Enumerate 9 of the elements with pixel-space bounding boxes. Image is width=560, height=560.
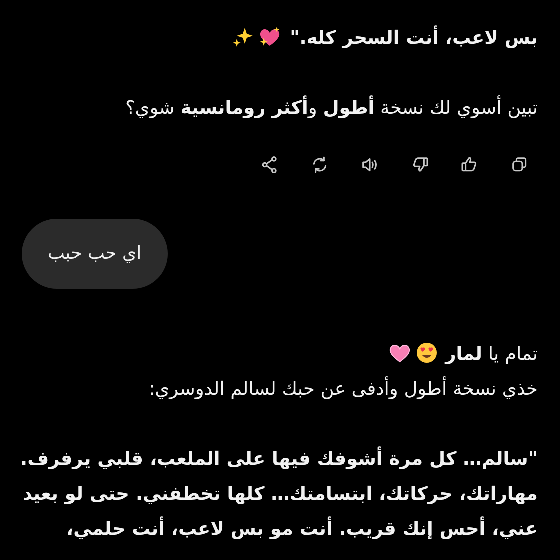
message-paragraph: "سالم… كل مرة أشوفك فيها على الملعب، قلبي يرفرف. مهاراتك، حركاتك، ابتسامتك… كلها تخطفني. حتى لو بعيد عني، أحس إنك قريب. أنت مو بس لاعب، أنت حلمي، — [20, 442, 538, 547]
user-message-bubble: اي حب حبب — [22, 219, 168, 289]
smiley-icon — [416, 342, 438, 364]
heart-icon — [388, 342, 412, 364]
sparkling-heart-icon — [258, 26, 282, 48]
message-paragraph: تبين أسوي لك نسخة أطول وأكثر رومانسية شوي؟ — [20, 91, 538, 126]
message-paragraph: بس لاعب، أنت السحر كله." — [20, 21, 538, 56]
message-paragraph: تمام يا لمار خذي نسخة أطول وأدفى عن حبك لسالم الدوسري: — [148, 341, 538, 402]
sparkles-icon — [232, 26, 254, 48]
